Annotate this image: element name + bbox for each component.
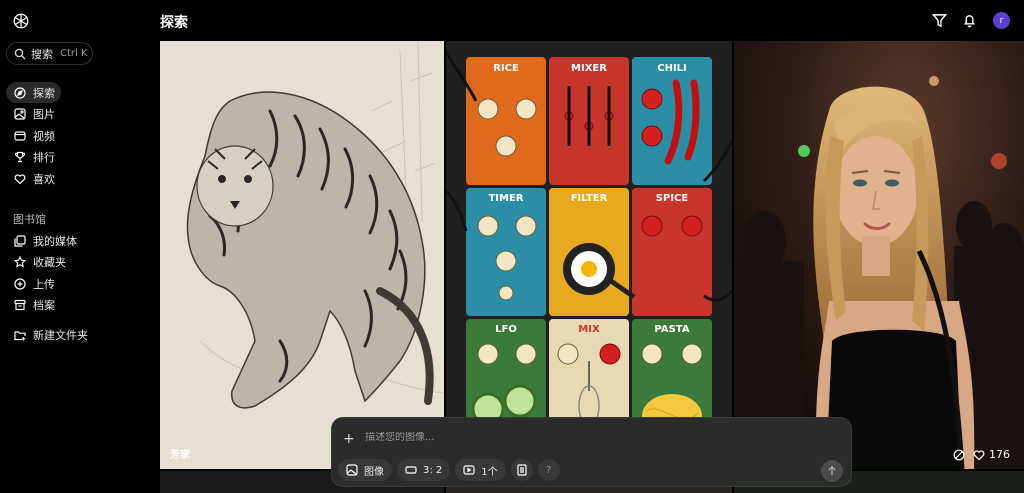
bell-icon[interactable] [962, 13, 977, 28]
count-label: 1个 [481, 466, 498, 478]
aspect-ratio-icon [405, 464, 417, 476]
svg-text:MIXER: MIXER [571, 63, 607, 74]
heart-icon [973, 449, 985, 461]
submit-button[interactable] [821, 460, 843, 482]
image-icon [14, 108, 26, 120]
svg-text:TIMER: TIMER [488, 193, 523, 204]
sidebar-item-label: 档案 [33, 299, 55, 312]
document-button[interactable] [510, 459, 533, 481]
media-type-button[interactable]: 图像 [338, 459, 392, 481]
sidebar-item-label: 上传 [33, 277, 55, 291]
sidebar-item-label: 喜欢 [33, 172, 55, 186]
svg-text:CHILI: CHILI [657, 63, 687, 74]
like-count: 176 [989, 448, 1010, 461]
search-button[interactable]: 搜索 Ctrl K [6, 42, 93, 65]
prompt-options: 图像 3: 2 1个 ? [338, 459, 560, 481]
aspect-ratio-button[interactable]: 3: 2 [397, 459, 451, 481]
sidebar-item-explore[interactable]: 探索 [6, 82, 61, 103]
archive-icon [14, 299, 26, 311]
arrow-up-icon [826, 465, 838, 477]
svg-text:PASTA: PASTA [654, 324, 689, 335]
sidebar-item-label: 视频 [33, 129, 55, 143]
library-section-title: 图书馆 [13, 213, 46, 226]
document-icon [516, 464, 528, 476]
aspect-ratio-label: 3: 2 [423, 464, 443, 476]
gallery-tile[interactable]: RICE MIXER CHILI TIMER FILTER SPICE LFO MIX PA… [446, 41, 732, 469]
logo-icon[interactable] [12, 12, 30, 30]
help-label: ? [546, 464, 552, 476]
add-attachment-button[interactable]: + [343, 431, 355, 447]
new-folder-label: 新建文件夹 [33, 328, 88, 342]
svg-text:SPICE: SPICE [656, 193, 689, 204]
play-icon [463, 464, 475, 476]
sidebar-nav: 探索 图片 视频 排行 喜欢 [6, 82, 146, 190]
svg-text:LFO: LFO [495, 324, 517, 335]
compass-icon [14, 86, 26, 99]
media-icon [14, 234, 26, 247]
search-label: 搜索 [31, 47, 53, 61]
tile-stats: 176 [953, 448, 1010, 461]
gallery-tile[interactable]: 芳家 [160, 41, 444, 469]
heart-icon [14, 173, 26, 185]
prompt-panel: + 图像 3: 2 1个 ? [331, 417, 852, 487]
sidebar-item-videos[interactable]: 视频 [6, 125, 146, 146]
page-title: 探索 [160, 15, 188, 31]
image-icon [346, 464, 358, 476]
sidebar-item-label: 收藏夹 [33, 256, 66, 269]
sidebar-item-label: 探索 [33, 86, 55, 100]
tiger-image [160, 41, 444, 469]
help-button[interactable]: ? [537, 459, 560, 481]
sidebar-item-upload[interactable]: 上传 [6, 273, 146, 294]
remix-icon[interactable] [953, 449, 965, 461]
upload-icon [14, 277, 26, 290]
search-icon [14, 48, 26, 60]
filter-icon[interactable] [932, 13, 947, 28]
gallery-tile[interactable]: 176 [734, 41, 1024, 469]
new-folder-button[interactable]: 新建文件夹 [6, 324, 146, 345]
sidebar-item-ranking[interactable]: 排行 [6, 147, 146, 168]
sidebar-item-images[interactable]: 图片 [6, 104, 146, 125]
svg-text:FILTER: FILTER [571, 193, 608, 204]
top-bar: 探索 r [150, 0, 1024, 40]
sidebar: 搜索 Ctrl K 探索 图片 视频 排行 喜欢 图书馆 我的媒体 收藏夹 上传… [0, 0, 150, 493]
avatar[interactable]: r [993, 12, 1010, 29]
video-icon [14, 130, 26, 142]
search-shortcut: Ctrl K [60, 48, 88, 59]
sidebar-item-archive[interactable]: 档案 [6, 295, 146, 316]
folder-plus-icon [14, 329, 26, 341]
star-icon [14, 256, 26, 268]
sidebar-item-label: 我的媒体 [33, 234, 77, 248]
count-button[interactable]: 1个 [455, 459, 506, 481]
svg-text:MIX: MIX [578, 324, 600, 335]
sidebar-item-favorites[interactable]: 收藏夹 [6, 252, 146, 273]
sidebar-item-label: 图片 [33, 108, 55, 121]
tile-caption: 芳家 [170, 450, 190, 461]
sidebar-item-likes[interactable]: 喜欢 [6, 168, 146, 189]
synth-modules-image: RICE MIXER CHILI TIMER FILTER SPICE LFO MIX PA… [446, 41, 732, 469]
trophy-icon [14, 151, 26, 163]
media-type-label: 图像 [364, 466, 384, 478]
sidebar-item-label: 排行 [33, 151, 55, 164]
library-nav: 我的媒体 收藏夹 上传 档案 [6, 230, 146, 316]
prompt-input[interactable] [365, 432, 825, 443]
sidebar-item-my-media[interactable]: 我的媒体 [6, 230, 146, 251]
portrait-image [734, 41, 1024, 469]
like-button[interactable]: 176 [973, 448, 1010, 461]
svg-text:RICE: RICE [493, 63, 519, 74]
